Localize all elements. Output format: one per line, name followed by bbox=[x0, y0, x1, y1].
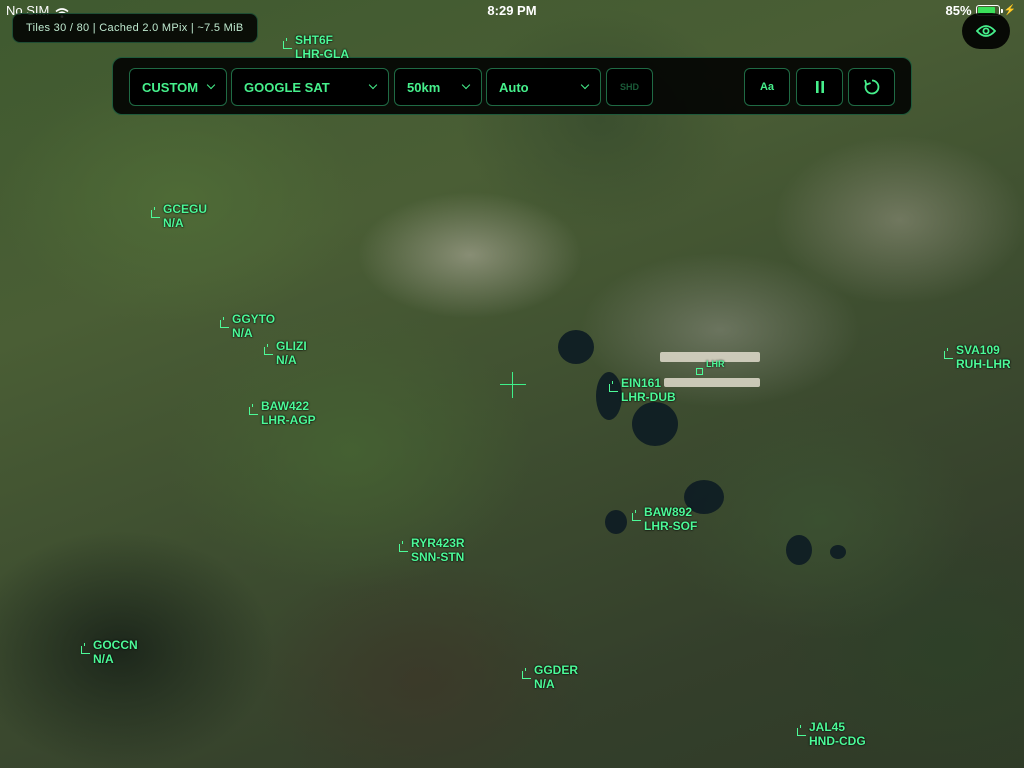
aircraft-icon bbox=[632, 510, 641, 521]
visibility-toggle-button[interactable] bbox=[962, 13, 1010, 49]
aircraft-callsign: GLIZI bbox=[276, 339, 307, 353]
pause-icon bbox=[815, 81, 824, 93]
chevron-down-icon bbox=[368, 80, 378, 90]
reservoir bbox=[830, 545, 846, 559]
aircraft-route: N/A bbox=[534, 677, 555, 691]
tile-cache-info: Tiles 30 / 80 | Cached 2.0 MPix | ~7.5 M… bbox=[12, 13, 258, 43]
aircraft-icon bbox=[522, 668, 531, 679]
aircraft-route: SNN-STN bbox=[411, 550, 465, 564]
mode-dropdown[interactable]: Auto bbox=[486, 68, 601, 106]
charging-bolt-icon: ⚡ bbox=[1003, 5, 1016, 16]
aircraft-route: LHR-AGP bbox=[261, 413, 316, 427]
aircraft-route: RUH-LHR bbox=[956, 357, 1011, 371]
reservoir bbox=[605, 510, 627, 534]
aircraft-callsign: EIN161 bbox=[621, 376, 662, 390]
refresh-icon bbox=[863, 79, 879, 95]
aircraft-icon bbox=[283, 38, 292, 49]
airport-runway bbox=[664, 378, 760, 387]
battery-percent: 85% bbox=[945, 3, 972, 18]
map-center-crosshair bbox=[500, 372, 526, 398]
pause-button[interactable] bbox=[796, 68, 843, 106]
disabled-toggle-button[interactable]: SHD bbox=[606, 68, 653, 106]
airport-code: LHR bbox=[706, 359, 725, 369]
aircraft-icon bbox=[399, 541, 408, 552]
aircraft-callsign: RYR423R bbox=[411, 536, 465, 550]
chevron-down-icon bbox=[580, 80, 590, 90]
chevron-down-icon bbox=[206, 80, 216, 90]
aircraft-callsign: GOCCN bbox=[93, 638, 138, 652]
aircraft-route: N/A bbox=[232, 326, 253, 340]
aircraft-callsign: SVA109 bbox=[956, 343, 1000, 357]
aircraft-route: N/A bbox=[276, 353, 297, 367]
chevron-down-icon bbox=[461, 80, 471, 90]
aircraft-callsign: GCEGU bbox=[163, 202, 208, 216]
aircraft-icon bbox=[609, 381, 618, 392]
aircraft-icon bbox=[264, 344, 273, 355]
aircraft-icon bbox=[151, 207, 160, 218]
preset-dropdown[interactable]: CUSTOM bbox=[129, 68, 227, 106]
eye-icon bbox=[976, 25, 996, 37]
aircraft-route: N/A bbox=[163, 216, 184, 230]
aircraft-callsign: SHT6F bbox=[295, 33, 334, 47]
aircraft-callsign: GGYTO bbox=[232, 312, 276, 326]
range-dropdown[interactable]: 50km bbox=[394, 68, 482, 106]
aircraft-icon bbox=[249, 404, 258, 415]
aircraft-callsign: BAW422 bbox=[261, 399, 310, 413]
aircraft-route: LHR-GLA bbox=[295, 47, 349, 61]
aircraft-callsign: GGDER bbox=[534, 663, 579, 677]
map-source-dropdown[interactable]: GOOGLE SAT bbox=[231, 68, 389, 106]
font-size-button[interactable]: Aa bbox=[744, 68, 790, 106]
reservoir bbox=[632, 402, 678, 446]
aircraft-icon bbox=[797, 725, 806, 736]
aircraft-callsign: BAW892 bbox=[644, 505, 693, 519]
airport-icon bbox=[696, 368, 703, 375]
aircraft-route: LHR-SOF bbox=[644, 519, 698, 533]
aircraft-route: HND-CDG bbox=[809, 734, 866, 748]
map-toolbar: CUSTOM GOOGLE SAT 50km Auto SHD Aa bbox=[112, 57, 912, 115]
reservoir bbox=[786, 535, 812, 565]
aircraft-icon bbox=[220, 317, 229, 328]
aircraft-route: LHR-DUB bbox=[621, 390, 676, 404]
aircraft-icon bbox=[81, 643, 90, 654]
aircraft-icon bbox=[944, 348, 953, 359]
reservoir bbox=[596, 372, 622, 420]
aircraft-callsign: JAL45 bbox=[809, 720, 846, 734]
aircraft-route: N/A bbox=[93, 652, 114, 666]
reservoir bbox=[558, 330, 594, 364]
refresh-button[interactable] bbox=[848, 68, 895, 106]
